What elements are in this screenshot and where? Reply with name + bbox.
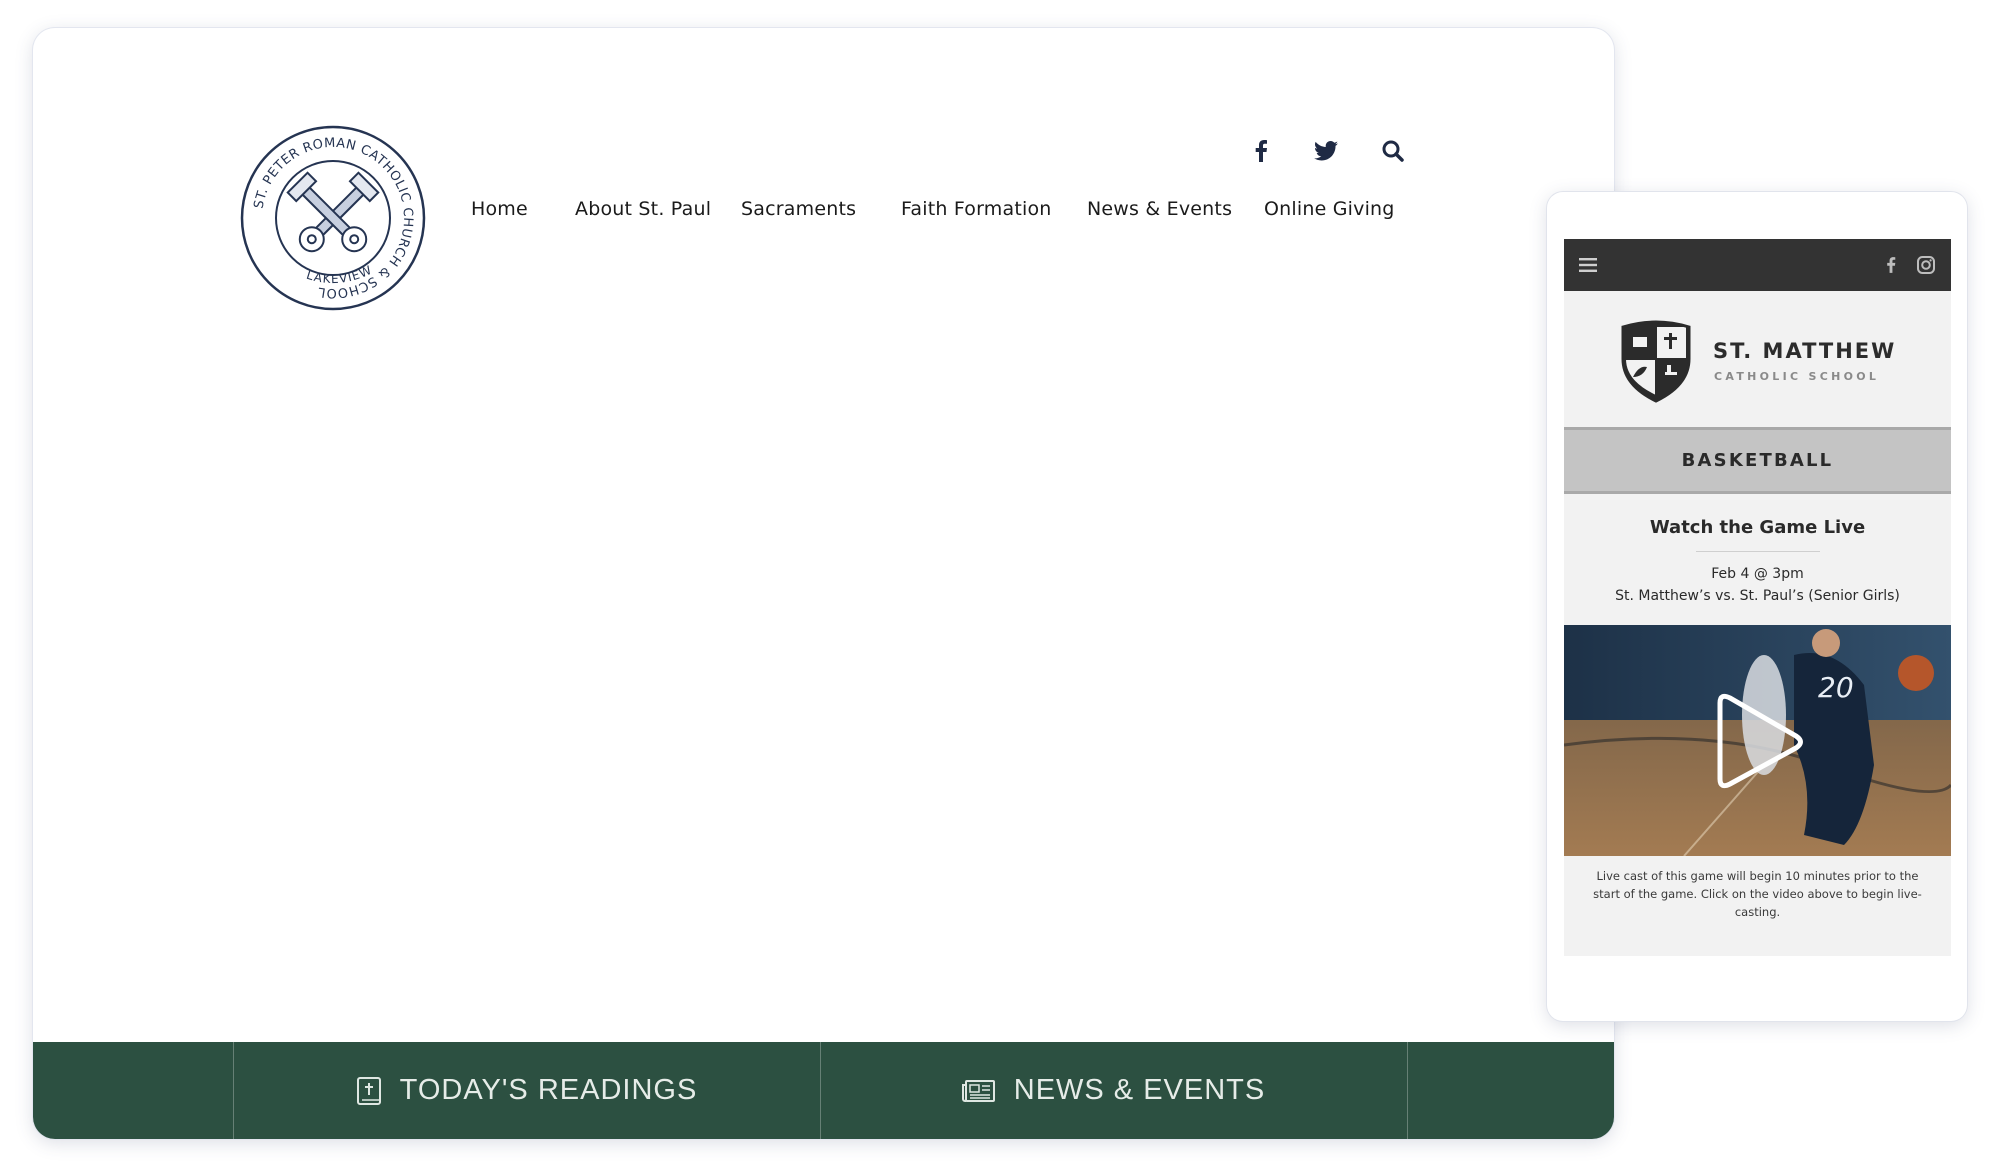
nav-item-about[interactable]: About St. Paul (575, 198, 711, 220)
live-video-player[interactable]: 20 (1564, 625, 1951, 856)
news-events-link[interactable]: NEWS & EVENTS (820, 1042, 1407, 1139)
facebook-icon[interactable] (1243, 133, 1279, 169)
school-shield-icon (1621, 320, 1691, 403)
bible-icon (356, 1076, 381, 1105)
facebook-icon[interactable] (1879, 253, 1903, 277)
menu-icon[interactable] (1576, 253, 1600, 277)
main-navigation: Home About St. Paul Sacraments Faith For… (33, 198, 1614, 238)
school-brand[interactable]: ST. MATTHEW CATHOLIC SCHOOL (1564, 291, 1951, 427)
divider (1696, 551, 1820, 552)
nav-item-home[interactable]: Home (471, 198, 528, 220)
search-icon[interactable] (1375, 133, 1411, 169)
social-links (1243, 133, 1453, 169)
instagram-icon[interactable] (1914, 253, 1938, 277)
nav-item-faith-formation[interactable]: Faith Formation (901, 198, 1052, 220)
nav-item-sacraments[interactable]: Sacraments (741, 198, 856, 220)
newspaper-icon (961, 1079, 995, 1102)
event-heading: Watch the Game Live (1649, 517, 1866, 538)
divider (1407, 1042, 1408, 1139)
jersey-number: 20 (1818, 671, 1854, 704)
event-matchup: St. Matthew’s vs. St. Paul’s (Senior Gir… (1615, 588, 1900, 604)
todays-readings-link[interactable]: TODAY'S READINGS (233, 1042, 820, 1139)
mobile-topbar (1564, 239, 1951, 291)
quick-links-bar: TODAY'S READINGS NEWS & EVENTS (33, 1042, 1614, 1139)
nav-item-online-giving[interactable]: Online Giving (1264, 198, 1395, 220)
nav-item-news-events[interactable]: News & Events (1087, 198, 1232, 220)
school-name: ST. MATTHEW (1713, 339, 1897, 363)
school-subtitle: CATHOLIC SCHOOL (1714, 370, 1880, 383)
section-header: BASKETBALL (1564, 427, 1951, 494)
news-events-label: NEWS & EVENTS (1013, 1074, 1266, 1106)
mobile-screen: ST. MATTHEW CATHOLIC SCHOOL BASKETBALL W… (1564, 239, 1951, 956)
video-caption: Live cast of this game will begin 10 min… (1593, 869, 1922, 919)
twitter-icon[interactable] (1308, 133, 1344, 169)
desktop-mockup: ST. PETER ROMAN CATHOLIC CHURCH & SCHOOL… (33, 28, 1614, 1139)
basketball (1898, 655, 1934, 691)
mobile-mockup: ST. MATTHEW CATHOLIC SCHOOL BASKETBALL W… (1547, 192, 1967, 1021)
event-date: Feb 4 @ 3pm (1711, 566, 1804, 582)
todays-readings-label: TODAY'S READINGS (399, 1074, 698, 1106)
